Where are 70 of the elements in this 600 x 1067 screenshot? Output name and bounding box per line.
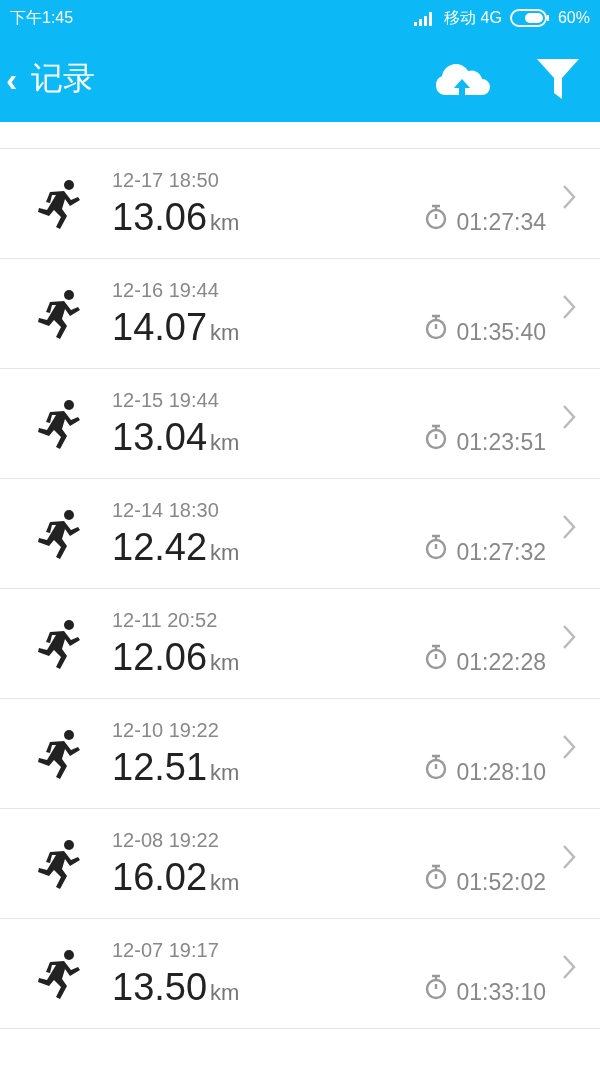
record-date: 12-10 19:22 xyxy=(112,718,220,742)
stopwatch-icon xyxy=(424,863,449,890)
record-row[interactable]: 12-14 18:30 12.42 km 01:27:32 xyxy=(0,479,600,589)
status-time: 下午1:45 xyxy=(10,7,74,28)
record-date: 12-11 20:52 xyxy=(112,608,219,632)
distance-unit: km xyxy=(210,209,240,236)
record-duration: 01:27:32 xyxy=(456,538,546,566)
record-distance: 13.50 xyxy=(112,965,208,1009)
record-date: 12-07 19:17 xyxy=(112,938,220,962)
runner-icon xyxy=(36,287,82,340)
record-duration: 01:35:40 xyxy=(456,318,546,346)
record-duration: 01:27:34 xyxy=(456,208,546,236)
record-distance: 12.51 xyxy=(112,745,208,789)
distance-unit: km xyxy=(210,429,240,456)
stopwatch-icon xyxy=(424,423,449,450)
runner-icon xyxy=(36,837,82,890)
chevron-right-icon xyxy=(562,733,576,760)
chevron-right-icon xyxy=(562,293,576,320)
record-date: 12-17 18:50 xyxy=(112,168,220,192)
distance-unit: km xyxy=(210,759,240,786)
record-row[interactable]: 12-07 19:17 13.50 km 01:33:10 xyxy=(0,919,600,1029)
runner-icon xyxy=(36,397,82,450)
distance-unit: km xyxy=(210,869,240,896)
record-distance: 14.07 xyxy=(112,305,208,349)
page-title: 记录 xyxy=(31,59,97,98)
chevron-right-icon xyxy=(562,843,576,870)
record-row[interactable]: 12-15 19:44 13.04 km 01:23:51 xyxy=(0,369,600,479)
runner-icon xyxy=(36,177,82,230)
distance-unit: km xyxy=(210,979,240,1006)
record-distance: 12.42 xyxy=(112,525,208,569)
chevron-right-icon xyxy=(562,183,576,210)
record-distance: 13.04 xyxy=(112,415,208,459)
record-row[interactable]: 12-16 19:44 14.07 km 01:35:40 xyxy=(0,259,600,369)
record-distance: 16.02 xyxy=(112,855,208,899)
record-duration: 01:22:28 xyxy=(456,648,546,676)
record-date: 12-14 18:30 xyxy=(112,498,220,522)
chevron-right-icon xyxy=(562,953,576,980)
record-date: 12-16 19:44 xyxy=(112,278,220,302)
chevron-right-icon xyxy=(562,403,576,430)
record-duration: 01:28:10 xyxy=(456,758,546,786)
record-row[interactable]: 12-10 19:22 12.51 km 01:28:10 xyxy=(0,699,600,809)
record-distance: 13.06 xyxy=(112,195,208,239)
record-row[interactable]: 12-11 20:52 12.06 km 01:22:28 xyxy=(0,589,600,699)
runner-icon xyxy=(36,727,82,780)
runner-icon xyxy=(36,617,82,670)
stopwatch-icon xyxy=(424,973,449,1000)
record-distance: 12.06 xyxy=(112,635,208,679)
battery-icon xyxy=(509,9,550,27)
distance-unit: km xyxy=(210,319,240,346)
runner-icon xyxy=(36,947,82,1000)
distance-unit: km xyxy=(210,649,240,676)
stopwatch-icon xyxy=(424,643,449,670)
record-date: 12-08 19:22 xyxy=(112,828,220,852)
stopwatch-icon xyxy=(424,753,449,780)
record-duration: 01:23:51 xyxy=(456,428,546,456)
battery-percent: 60% xyxy=(557,9,590,27)
runner-icon xyxy=(36,507,82,560)
stopwatch-icon xyxy=(424,533,449,560)
filter-icon[interactable] xyxy=(536,58,580,100)
carrier-label: 移动 4G xyxy=(444,7,502,28)
record-row[interactable]: 12-08 19:22 16.02 km 01:52:02 xyxy=(0,809,600,919)
record-row[interactable]: 12-17 18:50 13.06 km 01:27:34 xyxy=(0,149,600,259)
chevron-right-icon xyxy=(562,623,576,650)
stopwatch-icon xyxy=(424,203,449,230)
record-duration: 01:33:10 xyxy=(456,978,546,1006)
record-date: 12-15 19:44 xyxy=(112,388,220,412)
record-duration: 01:52:02 xyxy=(456,868,546,896)
stopwatch-icon xyxy=(424,313,449,340)
distance-unit: km xyxy=(210,539,240,566)
chevron-right-icon xyxy=(562,513,576,540)
